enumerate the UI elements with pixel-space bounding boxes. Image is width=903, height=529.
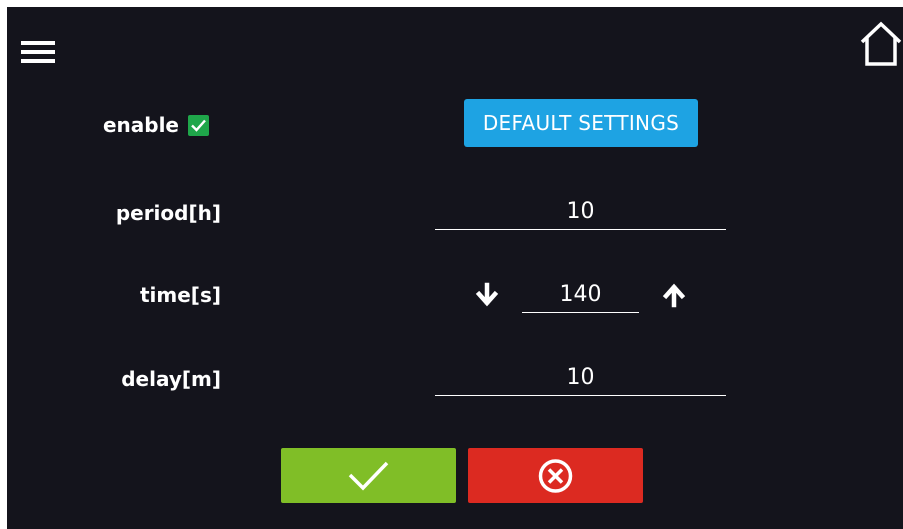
cancel-button[interactable]	[468, 448, 643, 503]
checkmark-icon	[348, 461, 389, 491]
hamburger-menu-icon[interactable]	[21, 41, 55, 63]
time-label: time[s]	[139, 283, 221, 307]
period-input[interactable]: 10	[435, 195, 726, 230]
settings-screen: enable DEFAULT SETTINGS period[h] 10 tim…	[7, 7, 903, 529]
period-label: period[h]	[115, 201, 221, 225]
default-settings-button[interactable]: DEFAULT SETTINGS	[464, 99, 698, 147]
delay-input[interactable]: 10	[435, 361, 726, 396]
arrow-up-icon[interactable]	[661, 282, 687, 308]
enable-label: enable	[102, 113, 179, 137]
checkbox-check-icon	[191, 119, 206, 132]
cancel-circle-x-icon	[538, 459, 573, 493]
home-icon[interactable]	[859, 21, 903, 67]
arrow-down-icon[interactable]	[474, 282, 500, 308]
confirm-button[interactable]	[281, 448, 456, 503]
enable-checkbox[interactable]	[188, 115, 209, 136]
delay-label: delay[m]	[121, 367, 221, 391]
time-input[interactable]: 140	[522, 278, 639, 313]
